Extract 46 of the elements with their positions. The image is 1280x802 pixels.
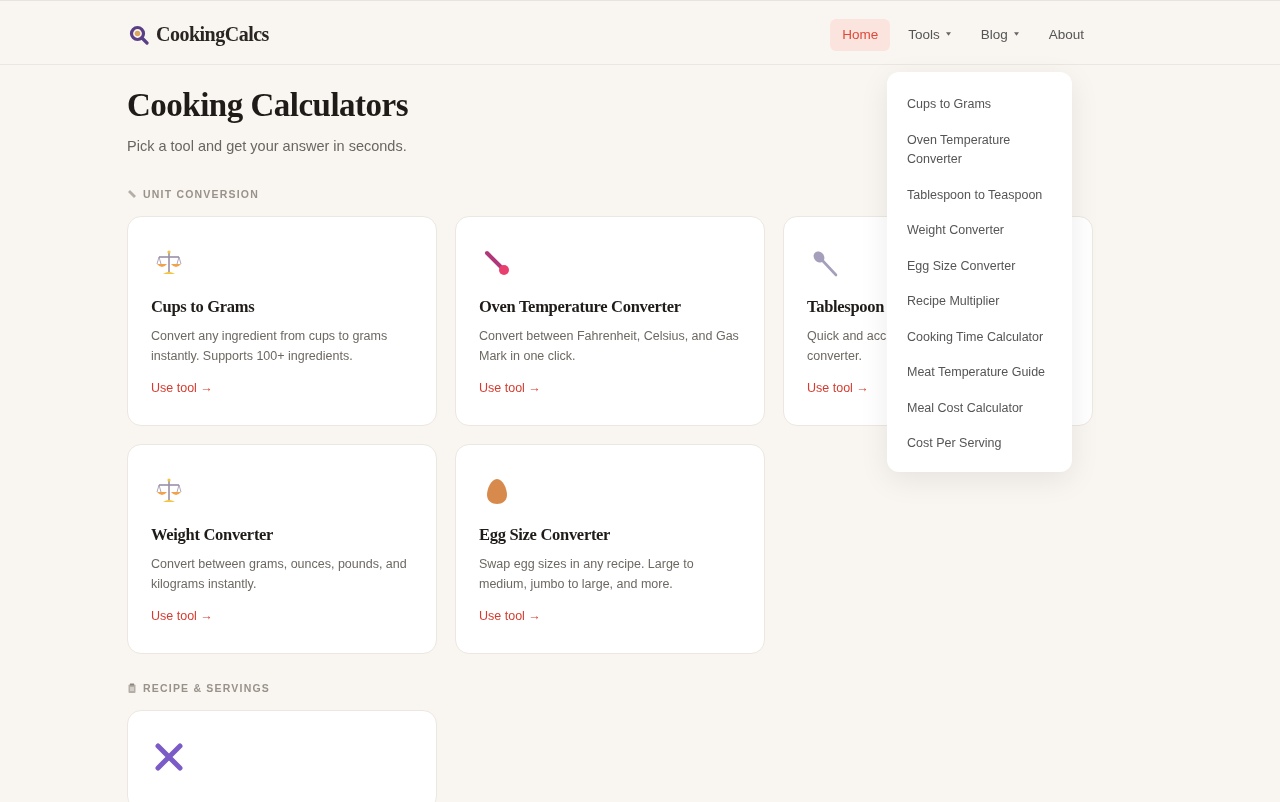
section-heading: UNIT CONVERSION (143, 188, 259, 200)
clipboard-icon (127, 683, 137, 693)
page-title: Cooking Calculators (127, 87, 409, 124)
card-title: Egg Size Converter (479, 525, 611, 545)
menu-item[interactable]: Egg Size Converter (907, 248, 1052, 284)
use-tool-link[interactable]: Use tool → (479, 609, 541, 623)
tool-card[interactable] (127, 710, 437, 802)
card-description: Swap egg sizes in any recipe. Large to medium, jumbo to large, and more. (479, 556, 694, 593)
card-description: Convert between Fahrenheit, Celsius, and Gas Mark in one click. (479, 328, 739, 365)
spoon-icon (811, 249, 839, 277)
card-title: Oven Temperature Converter (479, 297, 681, 317)
ruler-icon (127, 189, 137, 199)
menu-item[interactable]: Oven Temperature Converter (907, 122, 1052, 178)
use-tool-link[interactable]: Use tool → (479, 381, 541, 395)
nav-link[interactable]: Tools (896, 18, 963, 51)
section-heading: RECIPE & SERVINGS (143, 682, 270, 694)
menu-item[interactable]: Cost Per Serving (907, 426, 1052, 462)
menu-item[interactable]: Tablespoon to Teaspoon (907, 177, 1052, 213)
card-title: Weight Converter (151, 525, 274, 545)
card-description: Quick and acc converter. (807, 328, 887, 365)
thermometer-icon (483, 249, 511, 277)
tool-card[interactable]: Oven Temperature Converter Convert between Fahrenheit, Celsius, and Gas Mark in one click. Use tool → (455, 216, 765, 426)
card-description: Convert between grams, ounces, pounds, and kilograms instantly. (151, 556, 407, 593)
menu-item[interactable]: Weight Converter (907, 213, 1052, 249)
nav-link[interactable]: Blog (968, 18, 1031, 51)
tool-card[interactable]: Egg Size Converter Swap egg sizes in any recipe. Large to medium, jumbo to large, and more. Use tool → (455, 444, 765, 654)
use-tool-link[interactable]: Use tool → (807, 381, 869, 395)
tool-card[interactable]: Weight Converter Convert between grams, ounces, pounds, and kilograms instantly. Use tool → (127, 444, 437, 654)
menu-item[interactable]: Meal Cost Calculator (907, 390, 1052, 426)
page-subtitle: Pick a tool and get your answer in seconds. (127, 138, 407, 154)
multiply-icon (155, 743, 183, 771)
scales-icon (155, 249, 183, 277)
menu-item[interactable]: Cooking Time Calculator (907, 319, 1052, 355)
nav-link[interactable]: About (1036, 18, 1096, 51)
card-title: Tablespoon (807, 297, 885, 317)
use-tool-link[interactable]: Use tool → (151, 609, 213, 623)
brand-name[interactable]: CookingCalcs (156, 23, 269, 46)
menu-item[interactable]: Recipe Multiplier (907, 284, 1052, 320)
tool-card[interactable]: Cups to Grams Convert any ingredient from cups to grams instantly. Supports 100+ ingredients. Use tool → (127, 216, 437, 426)
logo-icon (129, 24, 149, 45)
scales-icon (155, 477, 183, 505)
menu-item[interactable]: Meat Temperature Guide (907, 355, 1052, 391)
card-description: Convert any ingredient from cups to grams instantly. Supports 100+ ingredients. (151, 328, 388, 365)
card-title: Cups to Grams (151, 297, 255, 317)
menu-item[interactable]: Cups to Grams (907, 87, 1052, 123)
use-tool-link[interactable]: Use tool → (151, 381, 213, 395)
